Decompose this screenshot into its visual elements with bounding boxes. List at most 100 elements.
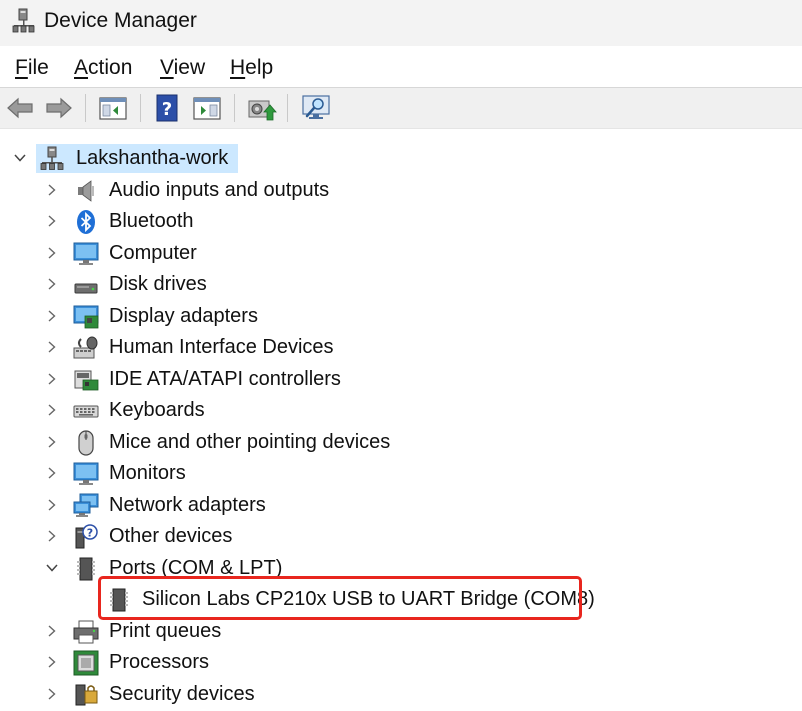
display-adapter-icon <box>73 304 99 330</box>
scan-hardware-icon <box>302 95 330 119</box>
computer-network-icon <box>39 146 65 172</box>
tree-item-other-devices[interactable]: ? Other devices <box>0 521 802 553</box>
tree-item-label: Monitors <box>109 462 186 484</box>
processor-icon <box>73 650 99 676</box>
tree-item-label: Network adapters <box>109 494 266 516</box>
tree-item-security-devices[interactable]: Security devices <box>0 679 802 711</box>
menu-action-rest: ction <box>88 56 133 79</box>
window-title: Device Manager <box>44 9 197 32</box>
chevron-right-icon[interactable] <box>45 655 59 669</box>
chevron-down-icon[interactable] <box>13 151 27 165</box>
port-icon <box>73 556 99 582</box>
tree-item-computer[interactable]: Computer <box>0 238 802 270</box>
menu-file-rest: ile <box>27 56 49 79</box>
tree-root[interactable]: Lakshantha-work <box>0 143 802 175</box>
menu-view-rest: iew <box>173 56 206 79</box>
chevron-right-icon[interactable] <box>45 624 59 638</box>
root-label: Lakshantha-work <box>76 147 229 169</box>
mouse-icon <box>73 430 99 456</box>
disk-drive-icon <box>73 272 99 298</box>
tree-item-label: Processors <box>109 651 210 673</box>
chevron-right-icon[interactable] <box>45 466 59 480</box>
help-icon: ? <box>156 94 178 122</box>
svg-text:?: ? <box>87 527 93 540</box>
bluetooth-icon <box>73 209 99 235</box>
menu-file-mnemonic: F <box>15 56 28 79</box>
show-hide-console-tree-button[interactable] <box>97 92 129 124</box>
chevron-right-icon[interactable] <box>45 498 59 512</box>
keyboard-icon <box>73 398 99 424</box>
menu-bar: File Action View Help <box>0 46 802 86</box>
network-adapter-icon <box>73 493 99 519</box>
tree-item-label: Audio inputs and outputs <box>109 179 330 201</box>
title-bar: Device Manager <box>0 0 802 46</box>
other-devices-icon: ? <box>73 524 99 550</box>
chevron-right-icon[interactable] <box>45 435 59 449</box>
menu-help-rest: elp <box>245 56 274 79</box>
menu-help[interactable]: Help <box>230 56 273 80</box>
toolbar-separator <box>140 94 141 122</box>
tree-item-network-adapters[interactable]: Network adapters <box>0 490 802 522</box>
update-driver-button[interactable] <box>245 92 277 124</box>
action-pane-icon <box>193 97 221 120</box>
scan-hardware-button[interactable] <box>300 92 332 124</box>
chevron-right-icon[interactable] <box>45 687 59 701</box>
chevron-right-icon[interactable] <box>45 277 59 291</box>
ide-controller-icon <box>73 367 99 393</box>
chevron-right-icon[interactable] <box>45 403 59 417</box>
tree-item-display-adapters[interactable]: Display adapters <box>0 301 802 333</box>
tree-item-label: Disk drives <box>109 273 207 295</box>
menu-action[interactable]: Action <box>74 56 132 80</box>
menu-view[interactable]: View <box>160 56 205 80</box>
tree-item-label: Security devices <box>109 683 255 705</box>
back-arrow-icon <box>7 97 33 119</box>
chevron-right-icon[interactable] <box>45 309 59 323</box>
tree-item-audio[interactable]: Audio inputs and outputs <box>0 175 802 207</box>
monitor-icon <box>73 461 99 487</box>
menu-help-mnemonic: H <box>230 56 246 79</box>
update-driver-icon <box>248 100 277 121</box>
device-tree: Lakshantha-work Audio inputs and outputs… <box>0 128 802 706</box>
highlight-box <box>98 576 582 620</box>
tree-item-label: Keyboards <box>109 399 205 421</box>
toolbar-separator <box>234 94 235 122</box>
chevron-right-icon[interactable] <box>45 372 59 386</box>
svg-text:?: ? <box>162 99 172 120</box>
tree-item-ide-controllers[interactable]: IDE ATA/ATAPI controllers <box>0 364 802 396</box>
help-button[interactable]: ? <box>151 92 183 124</box>
chevron-down-icon[interactable] <box>45 561 59 575</box>
forward-button[interactable] <box>43 92 75 124</box>
toolbar-separator <box>287 94 288 122</box>
tree-item-mice[interactable]: Mice and other pointing devices <box>0 427 802 459</box>
tree-item-label: Other devices <box>109 525 233 547</box>
tree-item-keyboards[interactable]: Keyboards <box>0 395 802 427</box>
tree-item-disk-drives[interactable]: Disk drives <box>0 269 802 301</box>
tree-item-label: IDE ATA/ATAPI controllers <box>109 368 341 390</box>
tree-item-label: Display adapters <box>109 305 258 327</box>
back-button[interactable] <box>4 92 36 124</box>
chevron-right-icon[interactable] <box>45 529 59 543</box>
tree-item-print-queues[interactable]: Print queues <box>0 616 802 648</box>
device-manager-icon <box>10 7 38 35</box>
show-hide-action-pane-button[interactable] <box>191 92 223 124</box>
tree-item-label: Bluetooth <box>109 210 194 232</box>
tree-item-processors[interactable]: Processors <box>0 647 802 679</box>
tree-item-bluetooth[interactable]: Bluetooth <box>0 206 802 238</box>
chevron-right-icon[interactable] <box>45 183 59 197</box>
toolbar-separator <box>85 94 86 122</box>
tree-item-monitors[interactable]: Monitors <box>0 458 802 490</box>
forward-arrow-icon <box>46 97 72 119</box>
chevron-right-icon[interactable] <box>45 214 59 228</box>
menu-view-mnemonic: V <box>160 56 174 79</box>
hid-icon <box>73 335 99 361</box>
chevron-right-icon[interactable] <box>45 246 59 260</box>
menu-file[interactable]: File <box>15 56 49 80</box>
console-tree-icon <box>99 97 127 120</box>
tree-item-hid[interactable]: Human Interface Devices <box>0 332 802 364</box>
menu-action-mnemonic: A <box>74 56 89 79</box>
speaker-icon <box>73 178 99 204</box>
tree-item-label: Computer <box>109 242 197 264</box>
printer-icon <box>73 619 99 645</box>
chevron-right-icon[interactable] <box>45 340 59 354</box>
tree-item-label: Print queues <box>109 620 222 642</box>
